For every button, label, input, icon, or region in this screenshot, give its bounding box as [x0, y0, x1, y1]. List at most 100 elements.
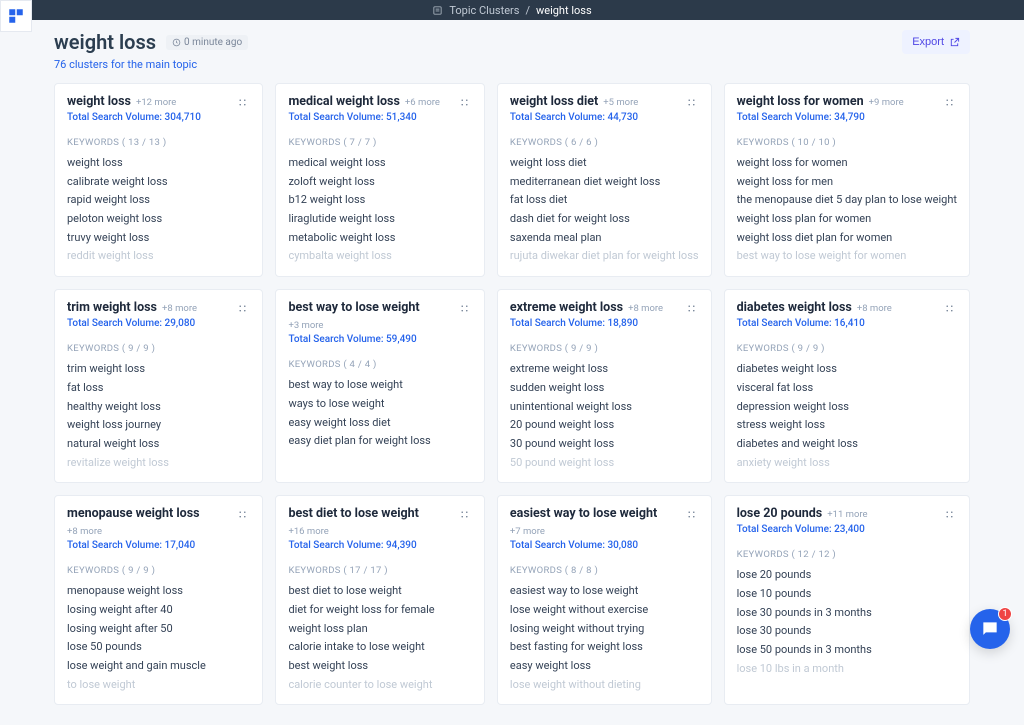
keyword-item[interactable]: stress weight loss	[737, 416, 957, 435]
cluster-title[interactable]: diabetes weight loss	[737, 300, 852, 315]
keyword-item[interactable]: peloton weight loss	[67, 210, 250, 229]
cluster-card: lose 20 pounds +11 more Total Search Vol…	[724, 495, 970, 705]
keyword-item[interactable]: reddit weight loss	[67, 247, 250, 266]
keyword-item[interactable]: weight loss plan for women	[737, 210, 957, 229]
keyword-item[interactable]: cymbalta weight loss	[288, 247, 471, 266]
keyword-item[interactable]: mediterranean diet weight loss	[510, 173, 699, 192]
keyword-item[interactable]: saxenda meal plan	[510, 229, 699, 248]
keyword-item[interactable]: lose 30 pounds	[737, 622, 957, 641]
keyword-item[interactable]: b12 weight loss	[288, 191, 471, 210]
keyword-item[interactable]: trim weight loss	[67, 360, 250, 379]
expand-button[interactable]	[235, 300, 250, 319]
cluster-title[interactable]: weight loss for women	[737, 94, 864, 109]
keyword-item[interactable]: extreme weight loss	[510, 360, 699, 379]
keyword-item[interactable]: lose 30 pounds in 3 months	[737, 604, 957, 623]
cluster-title[interactable]: weight loss	[67, 94, 131, 109]
cluster-title[interactable]: menopause weight loss	[67, 506, 200, 521]
keyword-item[interactable]: lose weight and gain muscle	[67, 657, 250, 676]
keyword-item[interactable]: diet for weight loss for female	[288, 601, 471, 620]
keyword-item[interactable]: natural weight loss	[67, 435, 250, 454]
cluster-title[interactable]: weight loss diet	[510, 94, 598, 109]
keyword-item[interactable]: liraglutide weight loss	[288, 210, 471, 229]
keyword-item[interactable]: ways to lose weight	[288, 395, 471, 414]
keyword-item[interactable]: best diet to lose weight	[288, 582, 471, 601]
keyword-item[interactable]: lose 20 pounds	[737, 566, 957, 585]
keyword-item[interactable]: losing weight after 40	[67, 601, 250, 620]
keyword-item[interactable]: easiest way to lose weight	[510, 582, 699, 601]
keyword-item[interactable]: calorie counter to lose weight	[288, 676, 471, 695]
expand-button[interactable]	[457, 300, 472, 319]
keyword-item[interactable]: revitalize weight loss	[67, 454, 250, 473]
keyword-item[interactable]: 30 pound weight loss	[510, 435, 699, 454]
expand-button[interactable]	[684, 94, 699, 113]
expand-button[interactable]	[235, 506, 250, 525]
breadcrumb-parent[interactable]: Topic Clusters	[449, 4, 519, 17]
expand-button[interactable]	[942, 94, 957, 113]
keyword-item[interactable]: weight loss diet plan for women	[737, 229, 957, 248]
keyword-item[interactable]: diabetes and weight loss	[737, 435, 957, 454]
keyword-item[interactable]: rapid weight loss	[67, 191, 250, 210]
keyword-item[interactable]: visceral fat loss	[737, 379, 957, 398]
keyword-item[interactable]: best fasting for weight loss	[510, 638, 699, 657]
expand-button[interactable]	[235, 94, 250, 113]
keyword-item[interactable]: weight loss plan	[288, 620, 471, 639]
keyword-item[interactable]: 20 pound weight loss	[510, 416, 699, 435]
keyword-item[interactable]: dash diet for weight loss	[510, 210, 699, 229]
keyword-item[interactable]: weight loss diet	[510, 154, 699, 173]
keyword-item[interactable]: weight loss	[67, 154, 250, 173]
cluster-title[interactable]: medical weight loss	[288, 94, 399, 109]
keyword-item[interactable]: easy diet plan for weight loss	[288, 432, 471, 451]
keyword-item[interactable]: losing weight after 50	[67, 620, 250, 639]
expand-button[interactable]	[684, 300, 699, 319]
keyword-item[interactable]: depression weight loss	[737, 398, 957, 417]
keyword-item[interactable]: easy weight loss	[510, 657, 699, 676]
chat-widget[interactable]: 1	[970, 609, 1010, 649]
expand-button[interactable]	[457, 94, 472, 113]
app-logo[interactable]	[0, 0, 32, 32]
top-bar: Topic Clusters / weight loss	[0, 0, 1024, 20]
keyword-item[interactable]: menopause weight loss	[67, 582, 250, 601]
keyword-item[interactable]: weight loss for men	[737, 173, 957, 192]
keyword-item[interactable]: weight loss for women	[737, 154, 957, 173]
cluster-title[interactable]: easiest way to lose weight	[510, 506, 657, 521]
expand-button[interactable]	[457, 506, 472, 525]
cluster-title[interactable]: best way to lose weight	[288, 300, 419, 315]
keyword-item[interactable]: lose 50 pounds in 3 months	[737, 641, 957, 660]
keyword-item[interactable]: truvy weight loss	[67, 229, 250, 248]
keyword-item[interactable]: best way to lose weight	[288, 376, 471, 395]
expand-button[interactable]	[942, 300, 957, 319]
keyword-item[interactable]: lose 10 pounds	[737, 585, 957, 604]
keyword-item[interactable]: lose 10 lbs in a month	[737, 660, 957, 679]
keyword-item[interactable]: zoloft weight loss	[288, 173, 471, 192]
keyword-item[interactable]: healthy weight loss	[67, 398, 250, 417]
export-button[interactable]: Export	[902, 30, 970, 54]
cluster-title[interactable]: best diet to lose weight	[288, 506, 418, 521]
keyword-item[interactable]: calibrate weight loss	[67, 173, 250, 192]
keyword-item[interactable]: easy weight loss diet	[288, 414, 471, 433]
keyword-item[interactable]: lose weight without dieting	[510, 676, 699, 695]
keyword-item[interactable]: calorie intake to lose weight	[288, 638, 471, 657]
cluster-title[interactable]: extreme weight loss	[510, 300, 623, 315]
keyword-item[interactable]: rujuta diwekar diet plan for weight loss	[510, 247, 699, 266]
keyword-item[interactable]: anxiety weight loss	[737, 454, 957, 473]
keyword-item[interactable]: lose 50 pounds	[67, 638, 250, 657]
expand-button[interactable]	[942, 506, 957, 525]
keyword-item[interactable]: unintentional weight loss	[510, 398, 699, 417]
expand-button[interactable]	[684, 506, 699, 525]
keyword-item[interactable]: fat loss	[67, 379, 250, 398]
keyword-item[interactable]: best weight loss	[288, 657, 471, 676]
keyword-item[interactable]: lose weight without exercise	[510, 601, 699, 620]
cluster-title[interactable]: lose 20 pounds	[737, 506, 823, 521]
keyword-item[interactable]: medical weight loss	[288, 154, 471, 173]
keyword-item[interactable]: 50 pound weight loss	[510, 454, 699, 473]
keyword-item[interactable]: to lose weight	[67, 676, 250, 695]
keyword-item[interactable]: metabolic weight loss	[288, 229, 471, 248]
cluster-title[interactable]: trim weight loss	[67, 300, 157, 315]
keyword-item[interactable]: diabetes weight loss	[737, 360, 957, 379]
keyword-item[interactable]: fat loss diet	[510, 191, 699, 210]
keyword-item[interactable]: weight loss journey	[67, 416, 250, 435]
keyword-item[interactable]: losing weight without trying	[510, 620, 699, 639]
keyword-item[interactable]: sudden weight loss	[510, 379, 699, 398]
keyword-item[interactable]: the menopause diet 5 day plan to lose we…	[737, 191, 957, 210]
keyword-item[interactable]: best way to lose weight for women	[737, 247, 957, 266]
